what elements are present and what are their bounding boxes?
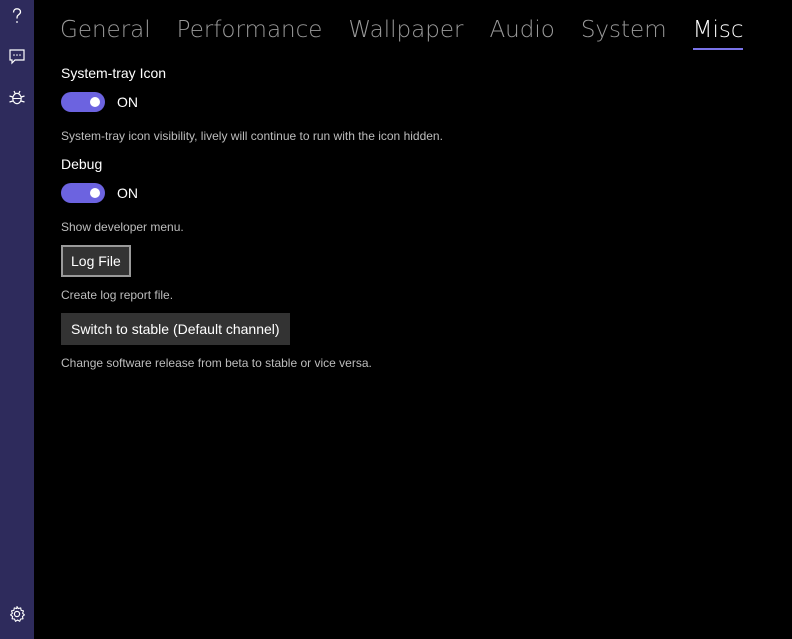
sidebar (0, 0, 34, 639)
tab-general[interactable]: General (60, 14, 151, 50)
tab-misc[interactable]: Misc (692, 14, 743, 50)
settings-page: General Performance Wallpaper Audio Syst… (34, 0, 792, 639)
toggle-knob (90, 188, 100, 198)
systray-description: System-tray icon visibility, lively will… (61, 129, 443, 143)
bug-icon[interactable] (5, 85, 29, 109)
systray-toggle-row: ON (61, 92, 138, 112)
tab-performance[interactable]: Performance (177, 14, 323, 50)
systray-title: System-tray Icon (61, 65, 167, 81)
debug-toggle-row: ON (61, 183, 138, 203)
tab-system[interactable]: System (581, 14, 667, 50)
toggle-knob (90, 97, 100, 107)
tab-wallpaper[interactable]: Wallpaper (348, 14, 463, 50)
systray-toggle-state: ON (117, 94, 138, 110)
channel-description: Change software release from beta to sta… (61, 356, 372, 370)
debug-title: Debug (61, 156, 103, 172)
systray-toggle[interactable] (61, 92, 105, 112)
debug-toggle-state: ON (117, 185, 138, 201)
debug-description: Show developer menu. (61, 220, 184, 234)
debug-toggle[interactable] (61, 183, 105, 203)
help-icon[interactable] (5, 4, 29, 28)
settings-icon[interactable] (5, 602, 29, 626)
tab-bar: General Performance Wallpaper Audio Syst… (60, 14, 769, 54)
tab-audio[interactable]: Audio (489, 14, 554, 50)
feedback-icon[interactable] (5, 44, 29, 68)
switch-channel-button[interactable]: Switch to stable (Default channel) (61, 313, 290, 345)
log-description: Create log report file. (61, 288, 174, 302)
log-file-button[interactable]: Log File (61, 245, 131, 277)
